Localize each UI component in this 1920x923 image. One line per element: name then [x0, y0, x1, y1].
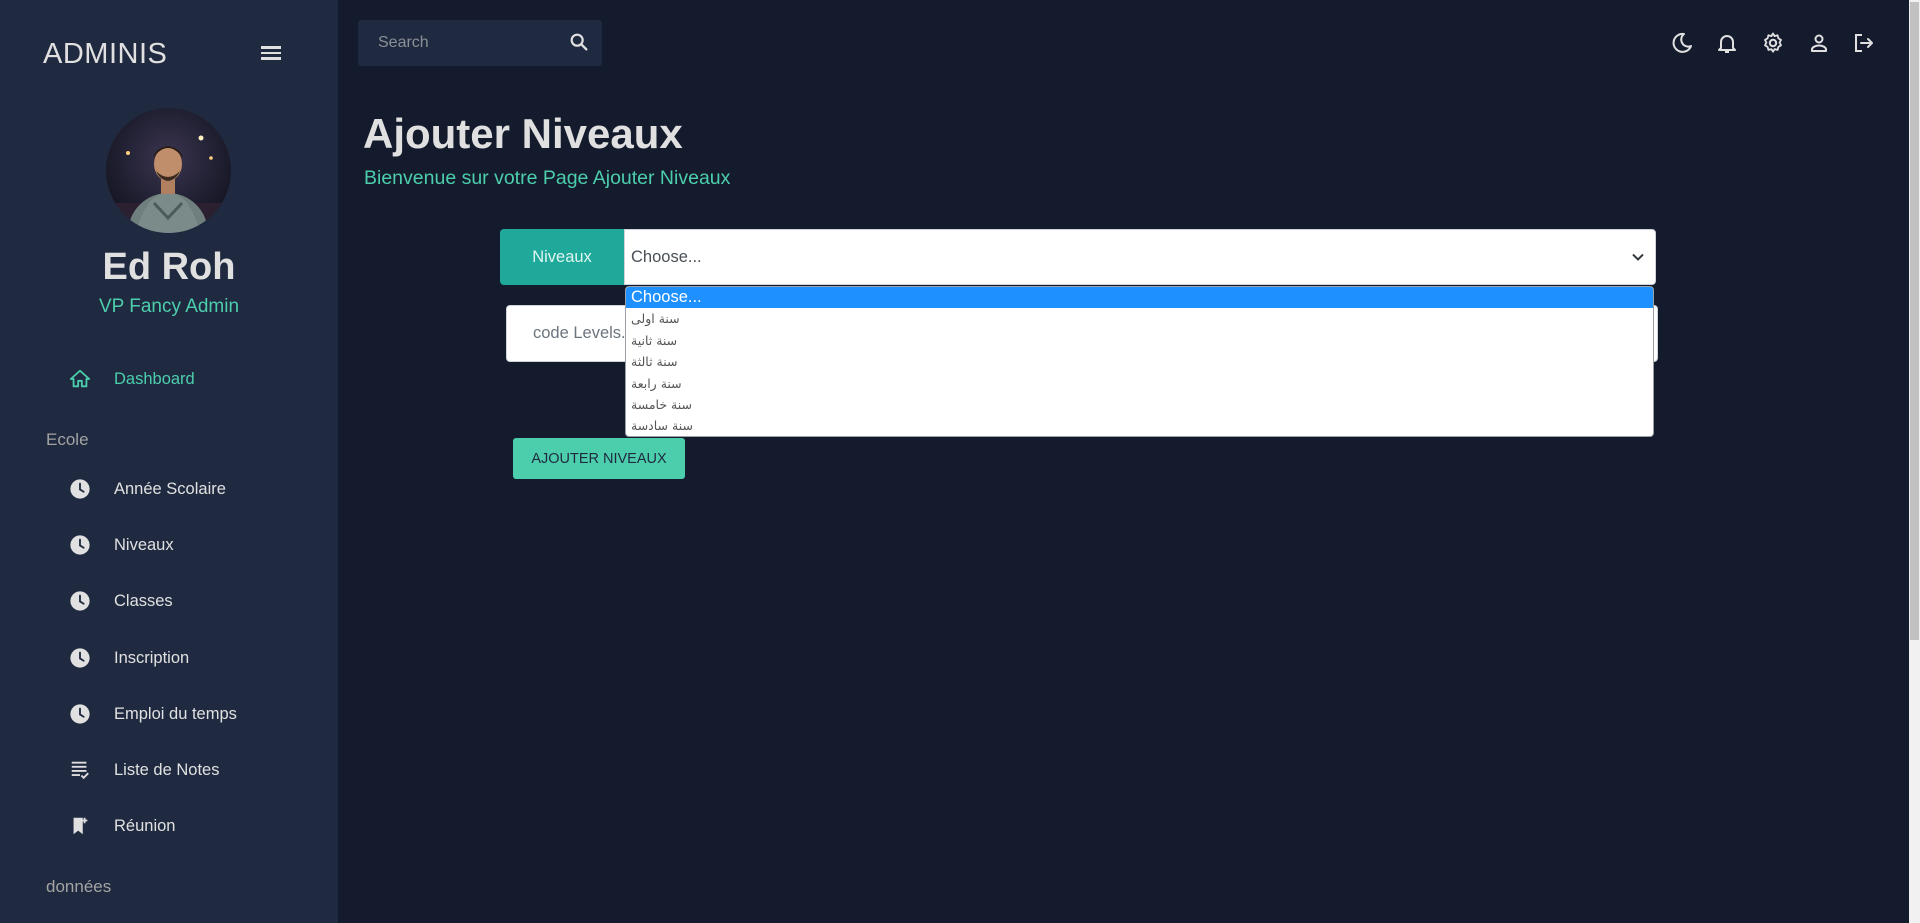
niveaux-input-group: Niveaux Choose...	[500, 229, 1656, 285]
menu-toggle-icon[interactable]	[258, 43, 284, 65]
clock-icon	[68, 589, 92, 613]
search-input[interactable]	[358, 20, 558, 66]
ajouter-niveaux-button[interactable]: AJOUTER NIVEAUX	[513, 438, 685, 479]
niveaux-dropdown-list: Choose... سنة اولى سنة ثانية سنة ثالثة س…	[625, 286, 1654, 437]
bookmark-add-icon	[68, 814, 92, 838]
sidebar: ADMINIS Ed Roh VP Fancy Admin Dashboard …	[0, 0, 338, 923]
sidebar-item-niveaux[interactable]: Niveaux	[68, 530, 174, 560]
search-bar	[358, 20, 602, 66]
dark-mode-icon[interactable]	[1670, 31, 1694, 55]
scrollbar-thumb[interactable]	[1910, 2, 1919, 640]
sidebar-item-label: Classes	[114, 591, 173, 610]
sidebar-item-label: Dashboard	[114, 369, 195, 388]
dropdown-option[interactable]: سنة سادسة	[626, 415, 1653, 436]
page-subtitle: Bienvenue sur votre Page Ajouter Niveaux	[364, 167, 731, 189]
clock-icon	[68, 477, 92, 501]
sidebar-item-emploi-du-temps[interactable]: Emploi du temps	[68, 699, 237, 729]
sidebar-item-inscription[interactable]: Inscription	[68, 643, 189, 673]
niveaux-select-value: Choose...	[631, 247, 702, 266]
dropdown-option[interactable]: سنة ثانية	[626, 330, 1653, 351]
chevron-down-icon	[1631, 250, 1645, 264]
niveaux-select[interactable]: Choose...	[624, 229, 1656, 285]
sidebar-item-classes[interactable]: Classes	[68, 586, 173, 616]
notes-list-icon	[68, 758, 92, 782]
notifications-icon[interactable]	[1715, 31, 1739, 55]
dropdown-option[interactable]: سنة اولى	[626, 308, 1653, 329]
profile-name: Ed Roh	[102, 246, 236, 288]
sidebar-item-label: Inscription	[114, 648, 190, 667]
clock-icon	[68, 646, 92, 670]
sidebar-item-annee-scolaire[interactable]: Année Scolaire	[68, 474, 226, 504]
clock-icon	[68, 533, 92, 557]
sidebar-item-label: Niveaux	[114, 535, 174, 554]
clock-icon	[68, 702, 92, 726]
page-title: Ajouter Niveaux	[363, 110, 683, 157]
person-icon[interactable]	[1807, 31, 1831, 55]
dropdown-option[interactable]: Choose...	[626, 287, 1653, 309]
home-icon	[68, 367, 92, 391]
page-scrollbar[interactable]	[1909, 0, 1920, 923]
sidebar-item-reunion[interactable]: Réunion	[68, 811, 175, 841]
sidebar-item-label: Année Scolaire	[114, 479, 226, 498]
profile-role: VP Fancy Admin	[98, 296, 240, 317]
dropdown-option[interactable]: سنة خامسة	[626, 394, 1653, 415]
brand-title: ADMINIS	[43, 38, 168, 70]
sidebar-item-dashboard[interactable]: Dashboard	[68, 364, 195, 394]
section-title-donnees: données	[46, 877, 112, 896]
niveaux-label: Niveaux	[500, 229, 624, 285]
sidebar-item-label: Emploi du temps	[114, 704, 237, 723]
avatar	[106, 108, 231, 233]
section-title-ecole: Ecole	[46, 430, 89, 449]
dropdown-option[interactable]: سنة رابعة	[626, 373, 1653, 394]
dropdown-option[interactable]: سنة ثالثة	[626, 351, 1653, 372]
search-icon[interactable]	[568, 31, 592, 55]
sidebar-item-label: Réunion	[114, 816, 176, 835]
sidebar-item-label: Liste de Notes	[114, 760, 220, 779]
sidebar-item-liste-de-notes[interactable]: Liste de Notes	[68, 755, 219, 785]
settings-icon[interactable]	[1761, 31, 1785, 55]
logout-icon[interactable]	[1852, 31, 1876, 55]
